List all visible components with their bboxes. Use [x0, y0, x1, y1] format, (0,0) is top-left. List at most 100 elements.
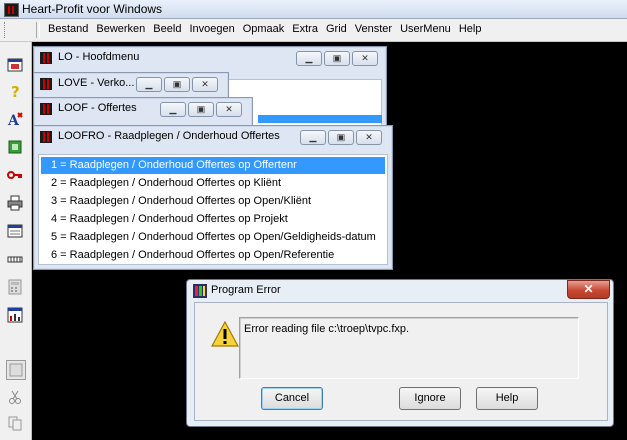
- minimize-button[interactable]: ▁: [300, 130, 326, 145]
- maximize-button[interactable]: ▣: [324, 51, 350, 66]
- window-lo-caption: LO - Hoofdmenu ▁ ▣ ✕: [34, 47, 386, 69]
- close-icon: ✕: [365, 132, 373, 142]
- close-icon: ✕: [361, 53, 369, 63]
- menu-bestand[interactable]: Bestand: [44, 23, 92, 35]
- window-loofro-caption: LOOFRO - Raadplegen / Onderhoud Offertes…: [34, 126, 392, 148]
- form-button[interactable]: [6, 222, 24, 240]
- window-lo-title: LO - Hoofdmenu: [58, 51, 140, 63]
- svg-text:?: ?: [11, 83, 20, 99]
- minimize-icon: ▁: [145, 79, 153, 89]
- help-button[interactable]: Help: [476, 387, 538, 410]
- copy-icon: [8, 416, 22, 431]
- minimize-icon: ▁: [169, 104, 177, 114]
- fox-icon: [193, 284, 207, 298]
- svg-text:A: A: [7, 113, 20, 127]
- exit-icon: [8, 140, 22, 154]
- app-logo-icon: [40, 131, 52, 143]
- font-icon: A: [7, 112, 23, 127]
- list-item[interactable]: 3 = Raadplegen / Onderhoud Offertes op O…: [41, 193, 385, 210]
- menu-grid[interactable]: Grid: [322, 23, 351, 35]
- key-button[interactable]: [6, 166, 24, 184]
- exit-button[interactable]: [6, 138, 24, 156]
- restore-icon: ▣: [336, 132, 346, 142]
- pane-icon: [9, 363, 23, 377]
- font-button[interactable]: A: [6, 110, 24, 128]
- list-item[interactable]: 2 = Raadplegen / Onderhoud Offertes op K…: [41, 175, 385, 192]
- list-item[interactable]: 4 = Raadplegen / Onderhoud Offertes op P…: [41, 211, 385, 228]
- minimize-button[interactable]: ▁: [160, 102, 186, 117]
- window-love-caption: LOVE - Verko... ▁ ▣ ✕: [34, 73, 228, 95]
- ignore-button[interactable]: Ignore: [399, 387, 461, 410]
- restore-icon: ▣: [172, 79, 182, 89]
- minimize-icon: ▁: [305, 53, 313, 63]
- chart-button[interactable]: [6, 306, 24, 324]
- menu-help[interactable]: Help: [455, 23, 486, 35]
- cancel-button[interactable]: Cancel: [261, 387, 323, 410]
- maximize-button[interactable]: ▣: [164, 77, 190, 92]
- menu-bar: Bestand Bewerken Beeld Invoegen Opmaak E…: [0, 19, 627, 42]
- dialog-client: Error reading file c:\troep\tvpc.fxp. Ca…: [194, 302, 608, 421]
- minimize-button[interactable]: ▁: [136, 77, 162, 92]
- menu-extra[interactable]: Extra: [288, 23, 322, 35]
- minimize-button[interactable]: ▁: [296, 51, 322, 66]
- menu-separator: [36, 22, 40, 38]
- print-button[interactable]: [6, 194, 24, 212]
- error-dialog: Program Error ✕ Error reading file c:\tr…: [186, 279, 614, 427]
- menu-bewerken[interactable]: Bewerken: [92, 23, 149, 35]
- menu-grip: [4, 22, 9, 38]
- app-title: Heart-Profit voor Windows: [22, 2, 163, 16]
- list-item[interactable]: 6 = Raadplegen / Onderhoud Offertes op O…: [41, 247, 385, 264]
- warning-icon: [211, 321, 239, 347]
- window-button[interactable]: [6, 56, 24, 74]
- left-toolbar: ? A: [0, 42, 32, 440]
- key-icon: [7, 171, 22, 179]
- dialog-title: Program Error: [211, 284, 281, 296]
- close-button[interactable]: ✕: [192, 77, 218, 92]
- list-item[interactable]: 1 = Raadplegen / Onderhoud Offertes op O…: [41, 157, 385, 174]
- close-icon: ✕: [225, 104, 233, 114]
- app-logo-icon: [40, 52, 52, 64]
- menu-opmaak[interactable]: Opmaak: [239, 23, 289, 35]
- restore-icon: ▣: [332, 53, 342, 63]
- calculator-icon: [8, 279, 22, 295]
- window-loofro[interactable]: LOOFRO - Raadplegen / Onderhoud Offertes…: [33, 125, 393, 270]
- close-button[interactable]: ✕: [216, 102, 242, 117]
- app-logo-icon: [4, 3, 19, 17]
- maximize-button[interactable]: ▣: [188, 102, 214, 117]
- pane-button[interactable]: [6, 360, 26, 380]
- error-message: Error reading file c:\troep\tvpc.fxp.: [244, 323, 410, 335]
- maximize-button[interactable]: ▣: [328, 130, 354, 145]
- menu-beeld[interactable]: Beeld: [149, 23, 185, 35]
- calculator-button[interactable]: [6, 278, 24, 296]
- window-love-title: LOVE - Verko...: [58, 77, 135, 89]
- restore-icon: ▣: [196, 104, 206, 114]
- message-box: Error reading file c:\troep\tvpc.fxp.: [239, 317, 579, 379]
- grid-icon: [7, 256, 23, 263]
- dialog-close-button[interactable]: ✕: [567, 280, 610, 299]
- scissors-icon: [9, 390, 21, 404]
- cut-button[interactable]: [6, 388, 24, 406]
- app-logo-icon: [40, 78, 52, 90]
- window-icon: [7, 58, 23, 72]
- help-icon: ?: [11, 83, 20, 99]
- close-icon: ✕: [201, 79, 209, 89]
- close-button[interactable]: ✕: [352, 51, 378, 66]
- help-button[interactable]: ?: [6, 82, 24, 100]
- menu-items: Bestand Bewerken Beeld Invoegen Opmaak E…: [44, 23, 485, 35]
- menu-usermenu[interactable]: UserMenu: [396, 23, 455, 35]
- menu-invoegen[interactable]: Invoegen: [185, 23, 238, 35]
- form-icon: [7, 224, 23, 238]
- list-item[interactable]: 5 = Raadplegen / Onderhoud Offertes op O…: [41, 229, 385, 246]
- copy-button[interactable]: [6, 414, 24, 432]
- grid-button[interactable]: [6, 250, 24, 268]
- chart-icon: [7, 307, 23, 323]
- window-loofro-title: LOOFRO - Raadplegen / Onderhoud Offertes: [58, 130, 280, 142]
- minimize-icon: ▁: [309, 132, 317, 142]
- close-button[interactable]: ✕: [356, 130, 382, 145]
- dialog-caption: Program Error: [187, 280, 613, 302]
- menu-venster[interactable]: Venster: [351, 23, 396, 35]
- printer-icon: [7, 195, 23, 211]
- window-lo-selection: [258, 115, 382, 123]
- app-title-bar: Heart-Profit voor Windows: [0, 0, 627, 19]
- menu-list: 1 = Raadplegen / Onderhoud Offertes op O…: [38, 154, 388, 265]
